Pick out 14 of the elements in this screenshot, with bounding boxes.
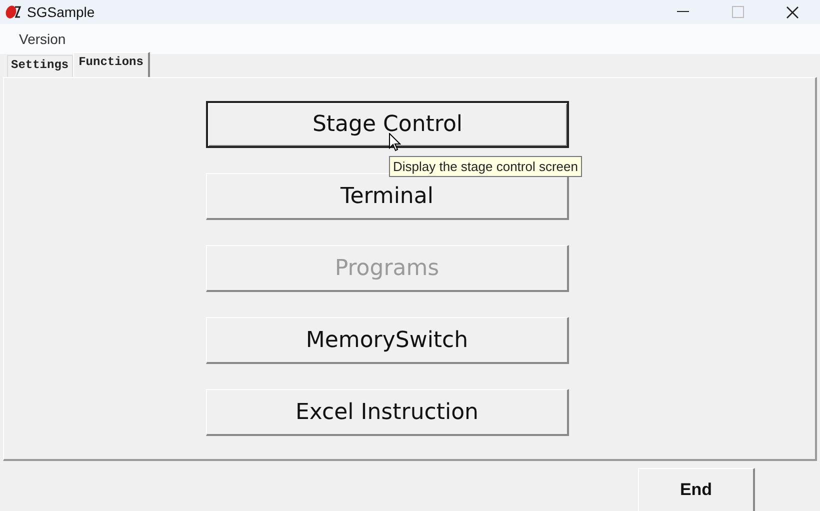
end-button[interactable]: End bbox=[638, 468, 755, 511]
close-icon[interactable] bbox=[786, 6, 799, 18]
terminal-button[interactable]: Terminal bbox=[206, 173, 569, 220]
minimize-icon[interactable] bbox=[676, 11, 688, 13]
excel-instruction-button[interactable]: Excel Instruction bbox=[206, 389, 569, 436]
tooltip: Display the stage control screen bbox=[389, 156, 582, 177]
app-logo-icon bbox=[5, 5, 21, 19]
stage-control-button[interactable]: Stage Control bbox=[206, 101, 569, 148]
window-title: SGSample bbox=[27, 4, 96, 20]
tab[interactable]: Settings bbox=[7, 55, 73, 77]
menu-item[interactable]: Version bbox=[12, 29, 73, 49]
memory-switch-button[interactable]: MemorySwitch bbox=[206, 317, 569, 364]
mouse-cursor-icon bbox=[389, 133, 401, 152]
tab[interactable]: Functions bbox=[72, 52, 150, 77]
